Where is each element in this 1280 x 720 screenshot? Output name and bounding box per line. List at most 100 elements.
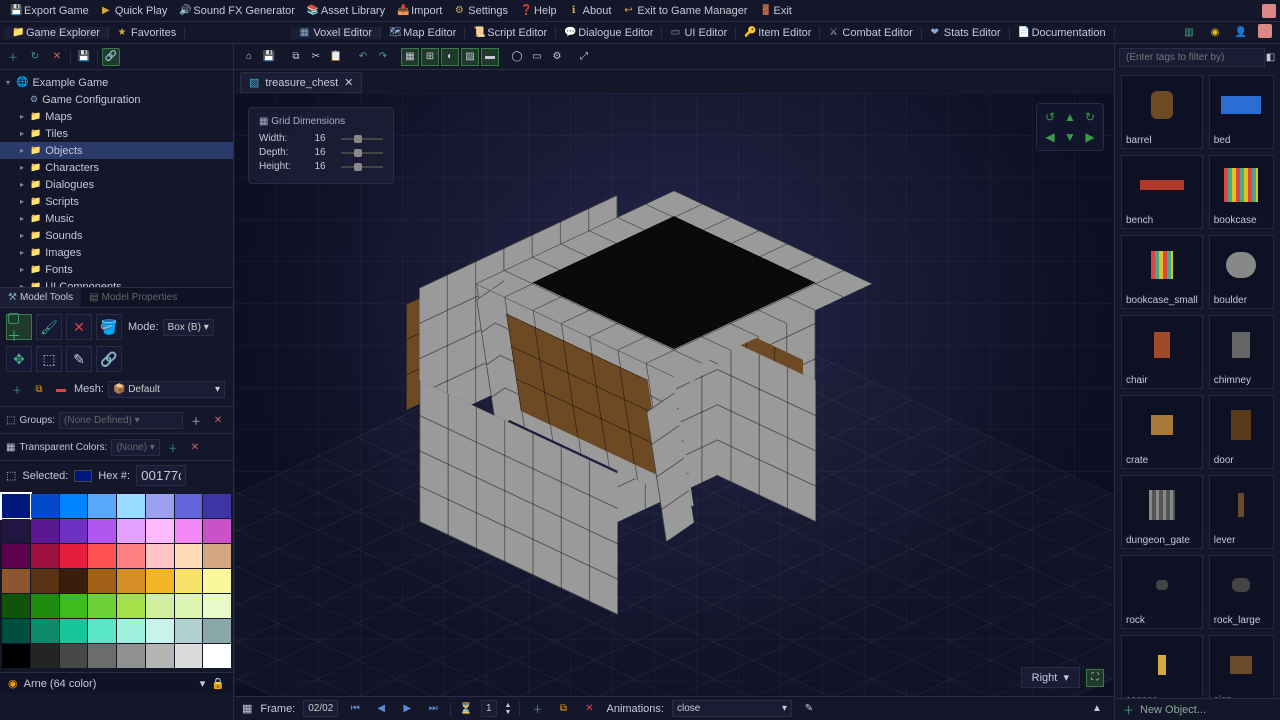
asset-rock[interactable]: rock (1121, 555, 1203, 629)
tree-ui-components[interactable]: ▸📁UI Components (0, 278, 233, 288)
color-swatch[interactable] (60, 644, 88, 668)
color-swatch[interactable] (2, 644, 30, 668)
color-swatch[interactable] (2, 494, 30, 518)
tool-delete[interactable]: ✕ (66, 314, 92, 340)
color-swatch[interactable] (88, 494, 116, 518)
filter-toggle[interactable]: ◧ (1265, 48, 1276, 66)
color-swatch[interactable] (2, 594, 30, 618)
lefttab-favorites[interactable]: ★Favorites (109, 27, 185, 39)
asset-bench[interactable]: bench (1121, 155, 1203, 229)
tree-images[interactable]: ▸📁Images (0, 244, 233, 261)
asset-bookcase_small[interactable]: bookcase_small (1121, 235, 1203, 309)
asset-chimney[interactable]: chimney (1209, 315, 1274, 389)
cam-rot-cw[interactable]: ↻ (1081, 108, 1099, 126)
vt-save[interactable]: 💾 (260, 48, 278, 66)
vt-shade[interactable]: ▨ (461, 48, 479, 66)
color-swatch[interactable] (60, 619, 88, 643)
trans-del[interactable]: ✕ (186, 438, 204, 456)
color-swatch[interactable] (203, 594, 231, 618)
editor-combat-editor[interactable]: ⚔Combat Editor (820, 27, 921, 39)
color-swatch[interactable] (175, 494, 203, 518)
color-swatch[interactable] (88, 544, 116, 568)
tool-attach[interactable]: 🔗 (96, 346, 122, 372)
asset-barrel[interactable]: barrel (1121, 75, 1203, 149)
add-icon[interactable]: ＋ (4, 48, 22, 66)
vt-floor[interactable]: ▬ (481, 48, 499, 66)
tab-close-icon[interactable]: ✕ (344, 76, 353, 89)
color-swatch[interactable] (117, 569, 145, 593)
menu-about[interactable]: ℹAbout (563, 0, 618, 21)
tree-objects[interactable]: ▸📁Objects (0, 142, 233, 159)
tree-characters[interactable]: ▸📁Characters (0, 159, 233, 176)
vt-grid[interactable]: ▦ (401, 48, 419, 66)
color-swatch[interactable] (203, 494, 231, 518)
tree-tiles[interactable]: ▸📁Tiles (0, 125, 233, 142)
color-swatch[interactable] (175, 519, 203, 543)
cam-rot-ccw[interactable]: ↺ (1041, 108, 1059, 126)
mesh-add[interactable]: ＋ (8, 380, 26, 398)
anim-add[interactable]: ＋ (528, 700, 546, 718)
vt-gear[interactable]: ⚙ (548, 48, 566, 66)
new-object-button[interactable]: ＋New Object... (1115, 698, 1280, 720)
menu-quick-play[interactable]: ▶Quick Play (95, 0, 174, 21)
color-swatch[interactable] (88, 569, 116, 593)
mode-select[interactable]: Box (B) ▾ (163, 319, 214, 336)
trans-add[interactable]: ＋ (164, 438, 182, 456)
vt-home[interactable]: ⌂ (240, 48, 258, 66)
color-swatch[interactable] (203, 519, 231, 543)
panel-icon-1[interactable]: ▥ (1180, 24, 1198, 42)
tool-pick[interactable]: ✎ (66, 346, 92, 372)
filter-input[interactable] (1119, 48, 1265, 67)
selected-swatch[interactable] (74, 470, 92, 482)
color-swatch[interactable] (2, 519, 30, 543)
asset-chair[interactable]: chair (1121, 315, 1203, 389)
groups-select[interactable]: (None Defined) ▾ (59, 412, 183, 429)
menu-export-game[interactable]: 💾Export Game (4, 0, 95, 21)
vt-wire[interactable]: ⊞ (421, 48, 439, 66)
color-swatch[interactable] (146, 544, 174, 568)
color-swatch[interactable] (31, 619, 59, 643)
color-swatch[interactable] (146, 619, 174, 643)
mesh-dup[interactable]: ⧉ (30, 380, 48, 398)
tree-sounds[interactable]: ▸📁Sounds (0, 227, 233, 244)
frame-value[interactable]: 02/02 (303, 700, 338, 717)
close-icon[interactable]: ✕ (48, 48, 66, 66)
tool-bucket[interactable]: 🪣 (96, 314, 122, 340)
color-swatch[interactable] (31, 494, 59, 518)
color-swatch[interactable] (117, 494, 145, 518)
color-swatch[interactable] (31, 519, 59, 543)
anim-select[interactable]: close ▾ (672, 700, 792, 717)
tab-model-properties[interactable]: ▤Model Properties (81, 288, 185, 307)
asset-crate[interactable]: crate (1121, 395, 1203, 469)
tool-select[interactable]: ⬚ (36, 346, 62, 372)
color-swatch[interactable] (117, 644, 145, 668)
cam-right[interactable]: ▶ (1081, 128, 1099, 146)
menu-asset-library[interactable]: 📚Asset Library (301, 0, 391, 21)
top-avatar[interactable] (1262, 4, 1276, 18)
color-swatch[interactable] (88, 619, 116, 643)
asset-sconce[interactable]: sconce (1121, 635, 1203, 698)
file-tab[interactable]: ▧treasure_chest ✕ (240, 72, 362, 93)
color-swatch[interactable] (60, 494, 88, 518)
menu-sound-fx-generator[interactable]: 🔊Sound FX Generator (173, 0, 301, 21)
color-swatch[interactable] (175, 594, 203, 618)
menu-settings[interactable]: ⚙Settings (448, 0, 514, 21)
asset-lever[interactable]: lever (1209, 475, 1274, 549)
trans-select[interactable]: (None) ▾ (111, 439, 159, 456)
color-swatch[interactable] (60, 569, 88, 593)
view-center-icon[interactable]: ⛶ (1086, 669, 1104, 687)
link-toggle[interactable]: 🔗 (102, 48, 120, 66)
color-swatch[interactable] (88, 519, 116, 543)
editor-voxel-editor[interactable]: ▦Voxel Editor (291, 27, 381, 39)
tl-expand[interactable]: ▲ (1088, 700, 1106, 718)
cam-left[interactable]: ◀ (1041, 128, 1059, 146)
tree-root[interactable]: ▾🌐Example Game (0, 74, 233, 91)
tree-scripts[interactable]: ▸📁Scripts (0, 193, 233, 210)
refresh-icon[interactable]: ↻ (26, 48, 44, 66)
color-swatch[interactable] (60, 544, 88, 568)
speed-value[interactable]: 1 (481, 700, 497, 717)
tl-last[interactable]: ⏭ (424, 700, 442, 718)
menu-import[interactable]: 📥Import (391, 0, 448, 21)
color-swatch[interactable] (175, 569, 203, 593)
tab-model-tools[interactable]: ⚒Model Tools (0, 288, 81, 307)
